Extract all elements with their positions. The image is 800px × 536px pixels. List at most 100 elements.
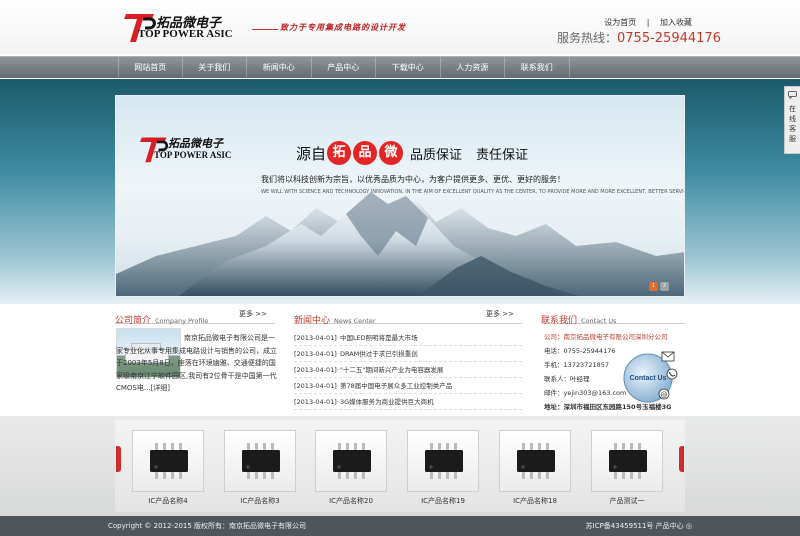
page: 拓品微电子 TOP POWER ASIC 致力于专用集成电路的设计开发 设为首页… [0, 0, 800, 536]
news-title-en: News Center [334, 317, 376, 325]
chip-icon [333, 443, 371, 479]
contact-company: 公司：南京拓品微电子有限公司深圳分公司 [544, 333, 668, 341]
banner-headline: 源自 拓 品 微 品质保证 责任保证 [296, 136, 528, 170]
product-name[interactable]: IC产品名称18 [499, 496, 571, 506]
product-name[interactable]: IC产品名称3 [224, 496, 296, 506]
banner-logo: 拓品微电子 TOP POWER ASIC [140, 134, 240, 164]
news-more-link[interactable]: 更多 >> [486, 309, 514, 319]
banner-text-cn: 我们将以科技创新为宗旨，以优秀品质为中心，为客户提供更多、更优、更好的服务！ [261, 175, 565, 184]
top-links-separator: | [646, 18, 650, 27]
image-float-spacer [116, 330, 184, 340]
banner-pagination: 1 2 [647, 282, 669, 291]
product-card[interactable]: IC产品名称4 [132, 430, 204, 510]
news-item[interactable]: [2013-04-01]·中国LED照明将是最大市场 [294, 330, 522, 346]
hotline-number: 0755-25944176 [617, 31, 721, 46]
news-header: 新闻中心 News Center 更多 >> [294, 308, 522, 326]
contact-header: 联系我们 Contact Us [541, 308, 685, 326]
news-date: [2013-04-01] [294, 350, 337, 358]
nav-item-home[interactable]: 网站首页 [118, 57, 183, 79]
news-date: [2013-04-01] [294, 382, 337, 390]
headline-char-2: 品 [353, 141, 378, 165]
about-header: 公司简介 Company Profile 更多 >> [115, 308, 275, 326]
news-title-link[interactable]: "十二五"期间新兴产业为电容器发展 [340, 366, 443, 374]
product-name[interactable]: 产品测试一 [591, 496, 663, 506]
contact-person: 联系人：叶经理 [544, 375, 590, 383]
about-title: 公司简介 [115, 316, 152, 326]
product-image[interactable] [315, 430, 387, 492]
headline-char-3: 微 [379, 141, 404, 165]
news-title-link[interactable]: DRAM供过于求已引损重创 [340, 350, 418, 358]
site-logo[interactable]: 拓品微电子 TOP POWER ASIC [124, 10, 234, 44]
hotline-label: 服务热线： [557, 31, 618, 45]
add-favorite-link[interactable]: 加入收藏 [660, 18, 692, 27]
banner-logo-cn: 拓品微电子 [168, 137, 223, 150]
about-title-en: Company Profile [155, 317, 209, 325]
banner-dot-1[interactable]: 1 [649, 282, 658, 291]
about-text: 南京拓品微电子有限公司是一家专业化从事专用集成电路设计与销售的公司，成立于200… [116, 330, 278, 395]
product-image[interactable] [132, 430, 204, 492]
news-title: 新闻中心 [294, 316, 331, 326]
news-title-link[interactable]: 3G媒体服务为商业提供巨大商机 [340, 398, 434, 406]
logo-en-text: TOP POWER ASIC [138, 28, 233, 40]
chip-icon [425, 443, 463, 479]
product-image[interactable] [224, 430, 296, 492]
chip-icon [609, 443, 647, 479]
banner[interactable]: 拓品微电子 TOP POWER ASIC 源自 拓 品 微 品质保证 责任保证 … [115, 95, 685, 297]
online-service-tab[interactable]: 在线客服 [784, 86, 800, 154]
chip-icon [150, 443, 188, 479]
main-nav: 网站首页 关于我们 新闻中心 产品中心 下载中心 人力资源 联系我们 [0, 56, 800, 79]
news-list: [2013-04-01]·中国LED照明将是最大市场 [2013-04-01]·… [294, 330, 522, 410]
about-more-link[interactable]: 更多 >> [239, 309, 267, 319]
product-card[interactable]: IC产品名称20 [315, 430, 387, 510]
news-title-link[interactable]: 中国LED照明将是最大市场 [340, 334, 418, 342]
banner-text-en: WE WILL WITH SCIENCE AND TECHNOLOGY INNO… [261, 189, 685, 195]
headline-pre: 源自 [296, 144, 327, 163]
product-card[interactable]: 产品测试一 [591, 430, 663, 510]
slogan: 致力于专用集成电路的设计开发 [280, 22, 406, 32]
hotline: 服务热线：0755-25944176 [557, 29, 721, 46]
contact-address: 地址：深圳市福田区东园路150号玉福楼3G [544, 403, 672, 411]
footer: Copyright © 2012-2015 版权所有：南京拓品微电子有限公司 苏… [0, 516, 800, 536]
product-image[interactable] [407, 430, 479, 492]
contact-phone: 电话：0755-25944176 [544, 347, 616, 355]
chat-icon [788, 91, 797, 99]
footer-copyright: Copyright © 2012-2015 版权所有：南京拓品微电子有限公司 [108, 522, 307, 530]
headline-post: 责任保证 [476, 147, 529, 163]
product-card[interactable]: IC产品名称3 [224, 430, 296, 510]
news-item[interactable]: [2013-04-01]·3G媒体服务为商业提供巨大商机 [294, 394, 522, 410]
nav-item-contact[interactable]: 联系我们 [505, 57, 570, 79]
nav-item-download[interactable]: 下载中心 [376, 57, 441, 79]
product-name[interactable]: IC产品名称4 [132, 496, 204, 506]
product-card[interactable]: IC产品名称18 [499, 430, 571, 510]
carousel-prev-button[interactable] [116, 446, 121, 472]
chip-icon [242, 443, 280, 479]
headline-mid: 品质保证 [410, 147, 463, 163]
contact-title-en: Contact Us [581, 317, 617, 325]
news-title-link[interactable]: 第78届中国电子展众多工业控制类产品 [340, 382, 452, 390]
product-image[interactable] [499, 430, 571, 492]
contact-email[interactable]: 邮件：yejin303@163.com [544, 386, 694, 400]
product-name[interactable]: IC产品名称19 [407, 496, 479, 506]
product-image[interactable] [591, 430, 663, 492]
banner-dot-2[interactable]: 2 [660, 282, 669, 291]
carousel-next-button[interactable] [679, 446, 684, 472]
nav-item-news[interactable]: 新闻中心 [247, 57, 312, 79]
news-date: [2013-04-01] [294, 366, 337, 374]
online-service-text: 在线客服 [789, 105, 796, 143]
nav-item-hr[interactable]: 人力资源 [441, 57, 505, 79]
nav-item-about[interactable]: 关于我们 [183, 57, 247, 79]
product-name[interactable]: IC产品名称20 [315, 496, 387, 506]
news-date: [2013-04-01] [294, 334, 337, 342]
news-item[interactable]: [2013-04-01]·"十二五"期间新兴产业为电容器发展 [294, 362, 522, 378]
footer-icp[interactable]: 苏ICP备43459511号 产品中心 ◎ [586, 516, 692, 536]
contact-list: 公司：南京拓品微电子有限公司深圳分公司 电话：0755-25944176 手机：… [544, 330, 694, 414]
set-home-link[interactable]: 设为首页 [604, 18, 636, 27]
product-card[interactable]: IC产品名称19 [407, 430, 479, 510]
about-body: 南京拓品微电子有限公司是一家专业化从事专用集成电路设计与销售的公司，成立于200… [116, 334, 277, 392]
header: 拓品微电子 TOP POWER ASIC 致力于专用集成电路的设计开发 设为首页… [0, 0, 800, 54]
news-item[interactable]: [2013-04-01]·第78届中国电子展众多工业控制类产品 [294, 378, 522, 394]
nav-item-products[interactable]: 产品中心 [312, 57, 376, 79]
arrow-icon: · [336, 398, 339, 406]
news-item[interactable]: [2013-04-01]·DRAM供过于求已引损重创 [294, 346, 522, 362]
arrow-icon: · [336, 350, 339, 358]
